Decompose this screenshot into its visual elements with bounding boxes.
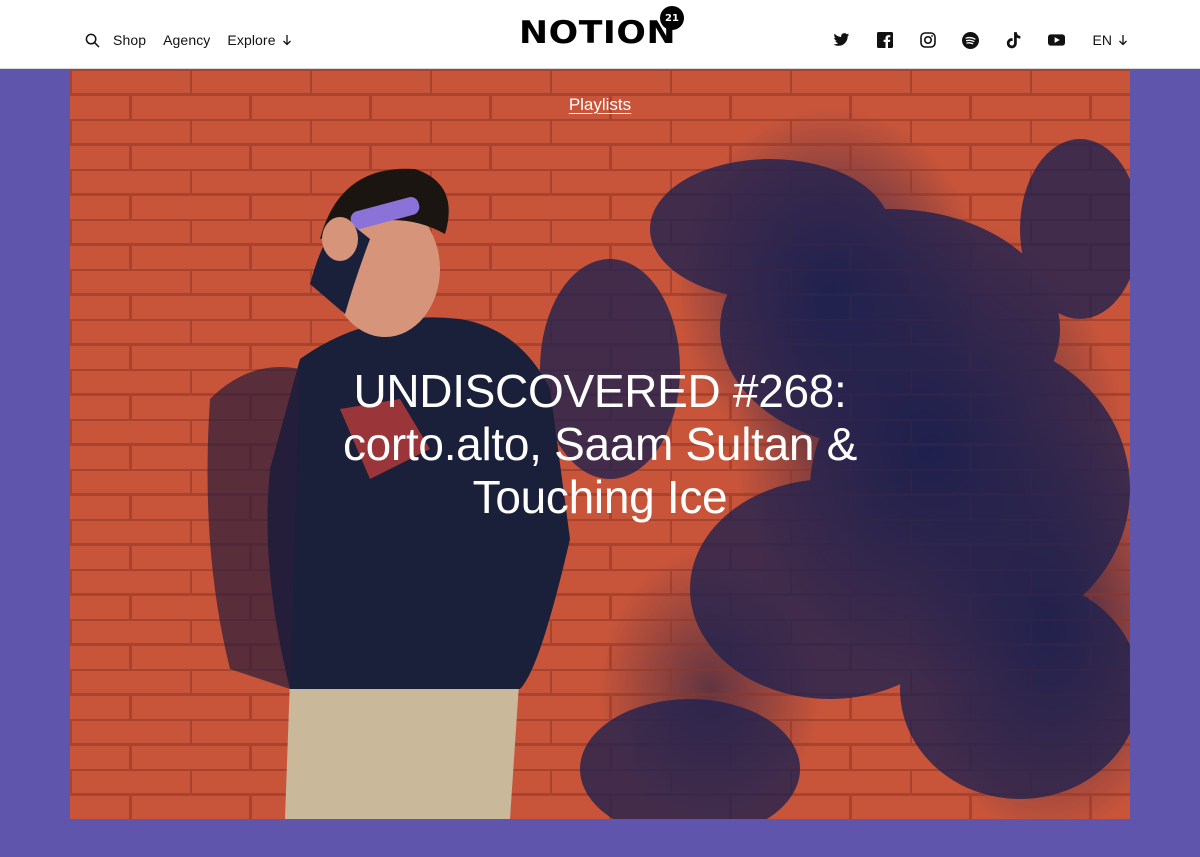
nav-shop-label: Shop	[113, 32, 147, 48]
social-nav: EN	[833, 0, 1128, 80]
hero-banner[interactable]: Playlists UNDISCOVERED #268: corto.alto,…	[70, 69, 1130, 819]
logo-wordmark: NOTION	[519, 15, 677, 51]
nav-agency-link[interactable]: Agency	[163, 32, 210, 48]
facebook-icon[interactable]	[876, 31, 894, 49]
site-header: Shop Agency Explore NOTION 21 EN	[0, 0, 1200, 69]
language-label: EN	[1092, 32, 1112, 48]
search-icon[interactable]	[84, 32, 100, 48]
arrow-down-icon	[1119, 35, 1127, 46]
language-selector[interactable]: EN	[1093, 32, 1128, 48]
logo-badge: 21	[660, 6, 684, 30]
arrow-down-icon	[282, 35, 291, 46]
article-title[interactable]: UNDISCOVERED #268: corto.alto, Saam Sult…	[320, 365, 880, 524]
spotify-icon[interactable]	[962, 31, 980, 49]
site-logo[interactable]: NOTION 21	[519, 6, 685, 50]
nav-explore-dropdown[interactable]: Explore	[227, 32, 291, 48]
hero-category-label: Playlists	[568, 95, 632, 114]
nav-shop-link[interactable]: Shop	[113, 32, 146, 48]
tiktok-icon[interactable]	[1005, 31, 1023, 49]
nav-agency-label: Agency	[163, 32, 211, 48]
nav-explore-label: Explore	[227, 32, 276, 48]
instagram-icon[interactable]	[919, 31, 937, 49]
hero-category-link[interactable]: Playlists	[70, 95, 1130, 115]
twitter-icon[interactable]	[833, 31, 851, 49]
youtube-icon[interactable]	[1048, 31, 1066, 49]
primary-nav: Shop Agency Explore	[84, 0, 309, 80]
